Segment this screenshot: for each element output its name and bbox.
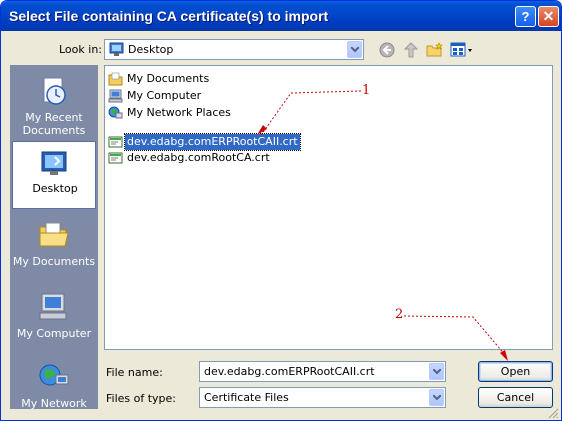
annotation-marker-1: 1 xyxy=(362,83,371,98)
annotation-arrow-1 xyxy=(260,90,362,136)
annotation-marker-2: 2 xyxy=(395,307,404,322)
annotation-arrows xyxy=(257,90,508,361)
file-dialog-window: Select File containing CA certificate(s)… xyxy=(0,0,562,421)
annotation-arrowhead-2 xyxy=(500,350,508,361)
annotation-arrowhead-1 xyxy=(257,125,267,135)
annotation-arrow-2 xyxy=(403,315,507,357)
